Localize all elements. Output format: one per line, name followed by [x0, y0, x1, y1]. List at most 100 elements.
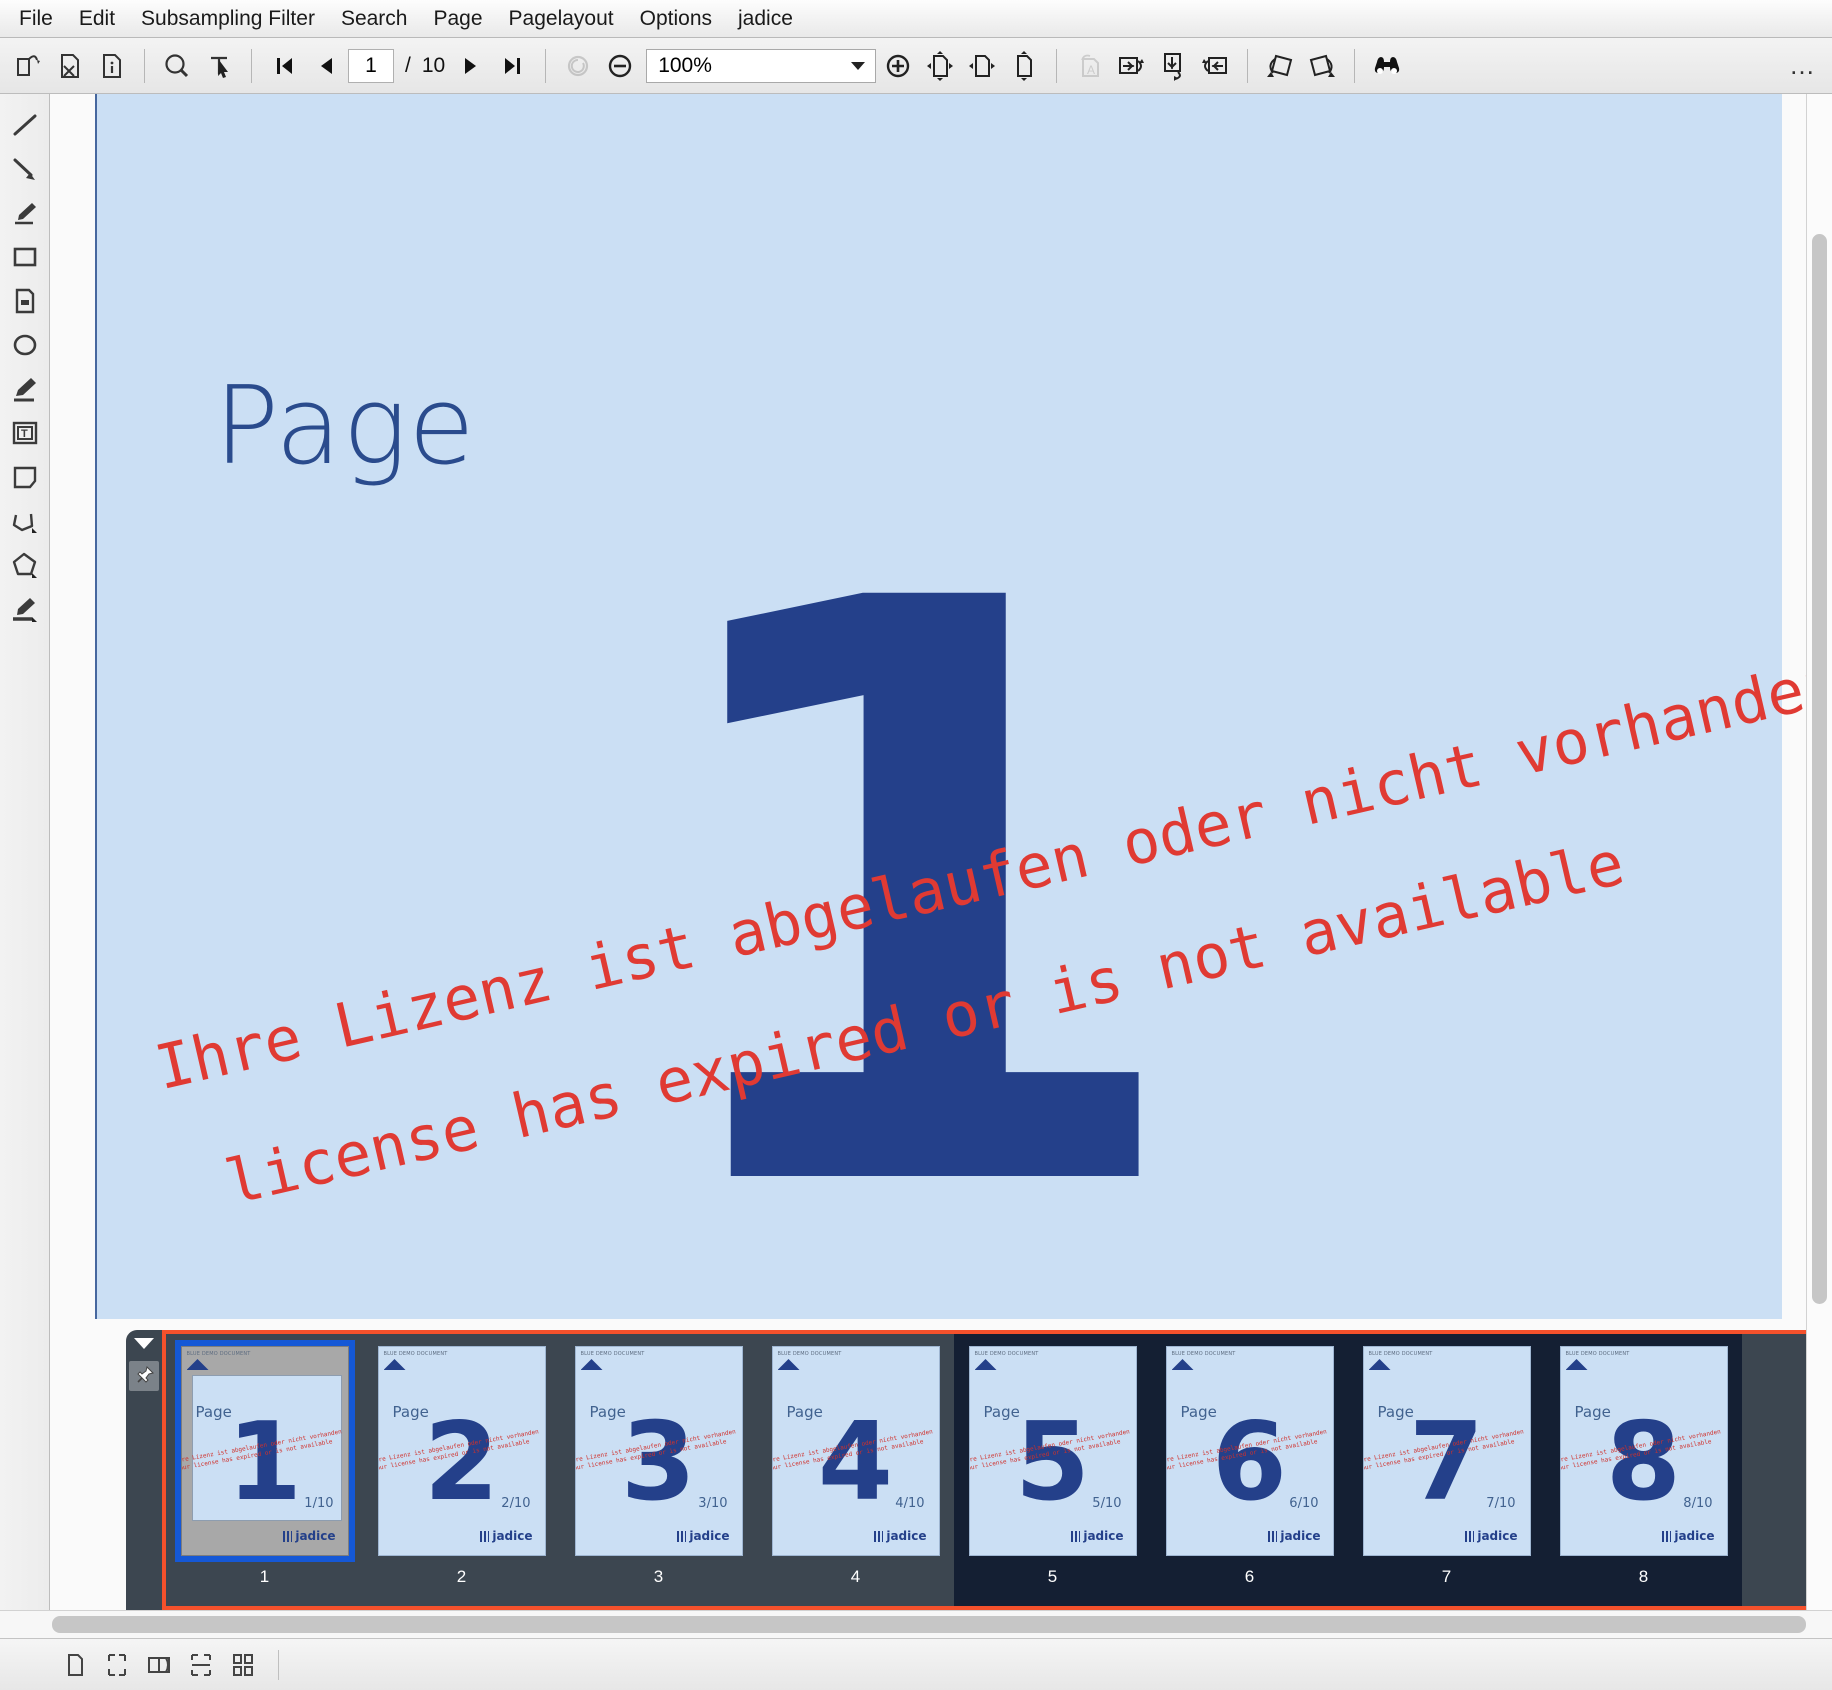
zoom-out-icon[interactable]: [600, 45, 640, 87]
chevron-down-icon[interactable]: [851, 61, 866, 70]
zoom-level-combobox[interactable]: 100%: [646, 48, 877, 83]
logo-bars-icon: [874, 1530, 884, 1542]
menu-pagelayout[interactable]: Pagelayout: [496, 3, 627, 35]
line-tool[interactable]: [4, 104, 46, 145]
rectangle-tool[interactable]: [4, 236, 46, 277]
thumbnail-page-4[interactable]: BLUE DEMO DOCUMENT Page 4 4/10 jadice Ih…: [757, 1334, 954, 1606]
binoculars-icon[interactable]: [1367, 45, 1407, 87]
rotate-forward-icon[interactable]: [1111, 45, 1151, 87]
thumbnail-frame: BLUE DEMO DOCUMENT Page 7 7/10 jadice Ih…: [1357, 1340, 1537, 1562]
document-horizontal-scrollbar[interactable]: [0, 1610, 1832, 1638]
thumbnail-label: 1: [259, 1567, 270, 1586]
thumbnail-fraction: 4/10: [895, 1496, 925, 1511]
toolbar-overflow-button[interactable]: …: [1783, 50, 1824, 81]
thumbnail-page-2[interactable]: BLUE DEMO DOCUMENT Page 2 2/10 jadice Ih…: [363, 1334, 560, 1606]
rotate-clockwise-icon[interactable]: [1260, 45, 1300, 87]
pin-icon[interactable]: [129, 1361, 159, 1391]
menu-subsampling-filter[interactable]: Subsampling Filter: [128, 3, 328, 35]
thumbnail-label: 5: [1047, 1567, 1058, 1586]
layout-continuous-double-icon[interactable]: [182, 1647, 220, 1683]
jadice-logo: jadice: [677, 1529, 730, 1543]
thumbnail-header-text: BLUE DEMO DOCUMENT: [1565, 1351, 1630, 1357]
document-vertical-scrollbar[interactable]: [1806, 94, 1832, 1610]
thumbnail-page-8[interactable]: BLUE DEMO DOCUMENT Page 8 8/10 jadice Ih…: [1545, 1334, 1742, 1606]
zoom-in-icon[interactable]: [878, 45, 918, 87]
thumbnail-page-6[interactable]: BLUE DEMO DOCUMENT Page 6 6/10 jadice Ih…: [1151, 1334, 1348, 1606]
thumbnail-fraction: 6/10: [1289, 1496, 1319, 1511]
fit-width-icon[interactable]: [962, 45, 1002, 87]
thumbnail-page-1[interactable]: BLUE DEMO DOCUMENT Page 1 1/10 jadice Ih…: [166, 1334, 363, 1606]
layout-single-page-icon[interactable]: [56, 1647, 94, 1683]
polyline-tool[interactable]: [4, 500, 46, 541]
logo-text: jadice: [1280, 1529, 1321, 1543]
jadice-logo: jadice: [1662, 1529, 1715, 1543]
menu-options[interactable]: Options: [627, 3, 725, 35]
reset-rotation-icon[interactable]: [558, 45, 598, 87]
layout-continuous-icon[interactable]: [98, 1647, 136, 1683]
document-viewport[interactable]: Page 1 Ihre Lizenz ist abgelaufen oder n…: [50, 94, 1832, 1610]
polygon-tool[interactable]: [4, 544, 46, 585]
layout-double-page-icon[interactable]: [140, 1647, 178, 1683]
thumbnail-fraction: 2/10: [501, 1496, 531, 1511]
toolbar-separator: [144, 48, 145, 83]
rotate-down-icon[interactable]: [1153, 45, 1193, 87]
thumbnail-strip[interactable]: BLUE DEMO DOCUMENT Page 1 1/10 jadice Ih…: [162, 1330, 1810, 1610]
vertical-scroll-thumb[interactable]: [1812, 234, 1827, 1304]
thumbnail-page-3[interactable]: BLUE DEMO DOCUMENT Page 3 3/10 jadice Ih…: [560, 1334, 757, 1606]
horizontal-scroll-thumb[interactable]: [52, 1616, 1806, 1633]
close-document-icon[interactable]: [50, 45, 90, 87]
open-document-icon[interactable]: [8, 45, 48, 87]
pen-tool[interactable]: [4, 192, 46, 233]
jadice-logo: jadice: [874, 1529, 927, 1543]
triangle-down-icon[interactable]: [134, 1338, 154, 1349]
rotate-back-icon[interactable]: [1195, 45, 1235, 87]
main-toolbar: 1 / 10 100% A …: [0, 38, 1832, 94]
ellipse-tool[interactable]: [4, 324, 46, 365]
previous-page-icon[interactable]: [306, 45, 346, 87]
status-bar: [0, 1638, 1832, 1690]
logo-bars-icon: [1071, 1530, 1081, 1542]
statusbar-separator: [278, 1649, 279, 1680]
document-info-icon[interactable]: [92, 45, 132, 87]
thumbnail-preview: BLUE DEMO DOCUMENT Page 1 1/10 jadice Ih…: [180, 1346, 349, 1556]
menu-edit[interactable]: Edit: [66, 3, 128, 35]
text-annotation-tool[interactable]: T: [4, 412, 46, 453]
toolbar-separator: [251, 48, 252, 83]
thumbnail-label: 6: [1244, 1567, 1255, 1586]
rotate-counterclockwise-icon[interactable]: [1302, 45, 1342, 87]
menu-search[interactable]: Search: [328, 3, 421, 35]
menu-jadice[interactable]: jadice: [725, 3, 806, 35]
magnifier-zoom-icon[interactable]: [157, 45, 197, 87]
main-content-area: T Page 1 Ihre Lizenz ist abgelaufen oder…: [0, 94, 1832, 1610]
page-title-text: Page: [214, 364, 476, 489]
highlighter-tool[interactable]: [4, 368, 46, 409]
layout-grid-icon[interactable]: [224, 1647, 262, 1683]
thumbnail-tab-icon: [1171, 1359, 1194, 1370]
thumbnail-header-text: BLUE DEMO DOCUMENT: [580, 1351, 645, 1357]
logo-bars-icon: [283, 1530, 293, 1542]
filled-note-tool[interactable]: [4, 280, 46, 321]
last-page-icon[interactable]: [493, 45, 533, 87]
thumbnail-page-7[interactable]: BLUE DEMO DOCUMENT Page 7 7/10 jadice Ih…: [1348, 1334, 1545, 1606]
menu-file[interactable]: File: [6, 3, 66, 35]
fit-height-icon[interactable]: [1004, 45, 1044, 87]
next-page-icon[interactable]: [451, 45, 491, 87]
first-page-icon[interactable]: [264, 45, 304, 87]
thumbnail-fraction: 5/10: [1092, 1496, 1122, 1511]
sticky-note-tool[interactable]: [4, 456, 46, 497]
thumbnail-preview: BLUE DEMO DOCUMENT Page 5 5/10 jadice Ih…: [968, 1346, 1137, 1556]
fit-page-icon[interactable]: [920, 45, 960, 87]
page-number-input[interactable]: 1: [348, 48, 394, 83]
thumbnail-preview: BLUE DEMO DOCUMENT Page 2 2/10 jadice Ih…: [377, 1346, 546, 1556]
thumbnail-page-5[interactable]: BLUE DEMO DOCUMENT Page 5 5/10 jadice Ih…: [954, 1334, 1151, 1606]
thumbnail-tab-icon: [1368, 1359, 1391, 1370]
text-select-cursor-icon[interactable]: [199, 45, 239, 87]
stamp-tool[interactable]: [4, 588, 46, 629]
arrow-tool[interactable]: [4, 148, 46, 189]
thumbnail-tab-icon: [1565, 1359, 1588, 1370]
thumbnail-frame: BLUE DEMO DOCUMENT Page 4 4/10 jadice Ih…: [766, 1340, 946, 1562]
thumbnail-fraction: 7/10: [1486, 1496, 1516, 1511]
rotate-page-text-icon[interactable]: A: [1069, 45, 1109, 87]
thumbnail-tab-icon: [383, 1359, 406, 1370]
menu-page[interactable]: Page: [420, 3, 495, 35]
